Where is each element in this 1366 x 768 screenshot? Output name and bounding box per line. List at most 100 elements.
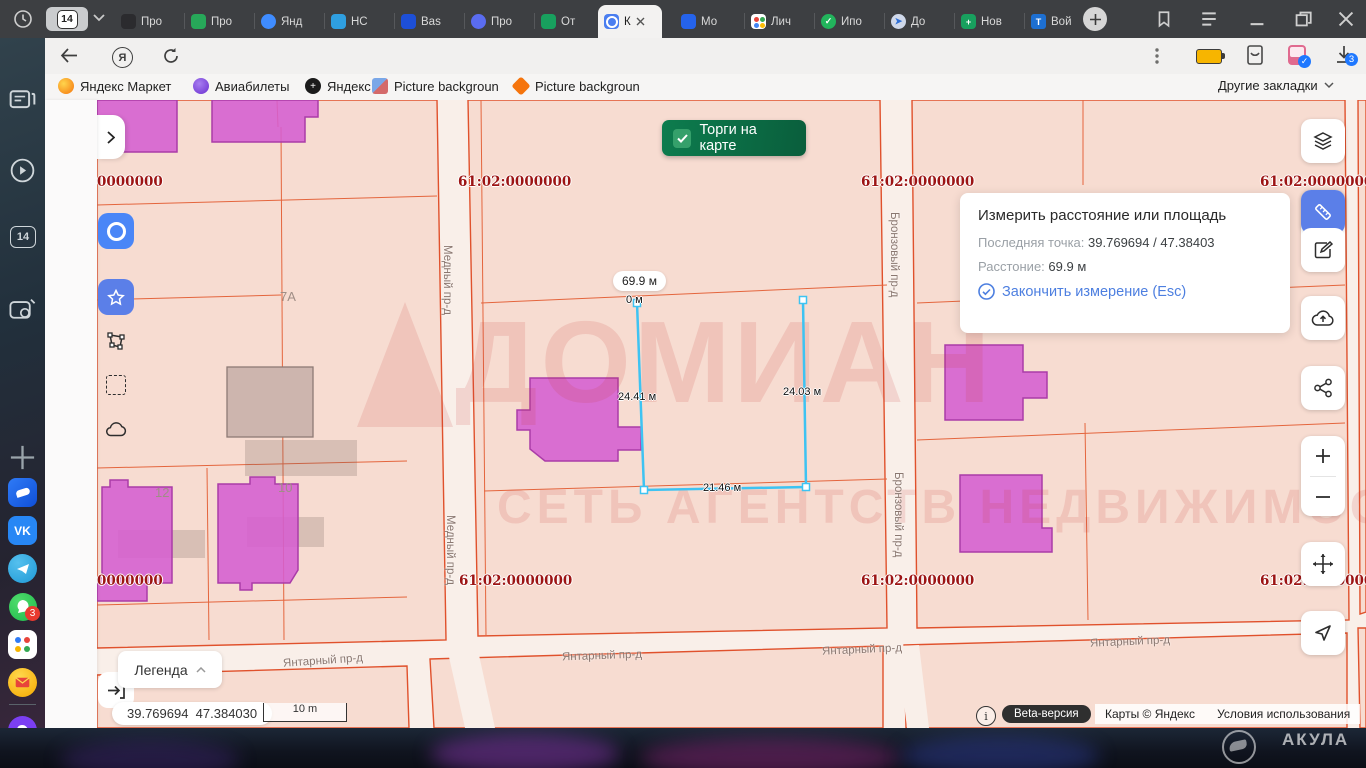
layers-icon [1312, 131, 1334, 151]
last-point-value: 39.769694 / 47.38403 [1088, 235, 1215, 250]
upload-button[interactable] [1301, 296, 1345, 340]
mapru-logo[interactable] [98, 213, 134, 249]
address-more-icon[interactable] [1155, 48, 1159, 64]
legend-button[interactable]: Легенда [118, 651, 222, 688]
history-clock-icon[interactable] [13, 9, 33, 29]
video-panel-icon[interactable] [8, 156, 37, 185]
pan-button[interactable] [1301, 542, 1345, 586]
tab-4[interactable]: НС [325, 5, 395, 38]
minimize-icon[interactable] [1248, 10, 1266, 28]
back-icon[interactable] [60, 48, 78, 63]
windows-taskbar: АКУЛА e Y 3 RU K Y Fx ЕХ 11:39 01.10.202… [0, 728, 1366, 768]
star-icon [107, 289, 125, 306]
bookmarks-panel-icon[interactable] [1155, 10, 1173, 28]
measure-bottom-label: 21.46 м [703, 482, 741, 494]
pocket-extension-icon[interactable] [1246, 45, 1264, 66]
tab-favicon: ✓ [821, 14, 836, 29]
finish-measure-link[interactable]: Закончить измерение (Esc) [978, 283, 1272, 300]
scale-bar: 10 m [263, 703, 347, 722]
parcel-number: 12 [155, 485, 169, 500]
tab-list-chevron-icon[interactable] [93, 14, 105, 22]
bookmark-yandex-market[interactable]: Яндекс Маркет [58, 78, 171, 94]
reload-icon[interactable] [162, 47, 180, 65]
whatsapp-app-icon[interactable]: 3 [8, 592, 37, 621]
check-circle-icon [978, 283, 995, 300]
sidebar-expand-button[interactable] [97, 115, 125, 159]
polygon-tool-button[interactable] [98, 323, 134, 359]
yandex-home-icon[interactable]: Я [112, 47, 133, 68]
select-area-button[interactable] [98, 367, 134, 403]
zoom-in-button[interactable] [1301, 436, 1345, 476]
menu-icon[interactable] [1200, 10, 1218, 28]
divider [9, 704, 36, 705]
terms-link[interactable]: Условия использования [1217, 707, 1350, 721]
draw-button[interactable] [1301, 228, 1345, 272]
other-bookmarks[interactable]: Другие закладки [1218, 78, 1334, 93]
measure-left-label: 24.41 м [618, 391, 656, 403]
services-app-icon[interactable] [8, 630, 37, 659]
yandex-icon: + [305, 78, 321, 94]
tab-counter[interactable]: 14 [46, 7, 88, 31]
map-attribution: Карты © Яндекс Условия использования [1095, 704, 1360, 724]
feed-panel-icon[interactable] [8, 86, 37, 115]
tab-12[interactable]: ➤До [885, 5, 955, 38]
tab-6[interactable]: Про [465, 5, 535, 38]
cadastral-label: 61:02:0000000 [458, 174, 571, 190]
bookmark-picture-2[interactable]: Picture backgroun [513, 78, 640, 94]
bookmark-aviabilety[interactable]: Авиабилеты [193, 78, 289, 94]
yandex-browser-app-icon[interactable] [8, 478, 37, 507]
screen: 14 Про Про Янд НС Bas Про От К Мо Лич ✓И… [0, 0, 1366, 768]
share-button[interactable] [1301, 366, 1345, 410]
mail-app-icon[interactable] [8, 668, 37, 697]
picture-icon [372, 78, 388, 94]
layers-button[interactable] [1301, 119, 1345, 163]
tab-2[interactable]: Про [185, 5, 255, 38]
cadastral-label: 61:02:0000000 [459, 573, 572, 589]
tab-3[interactable]: Янд [255, 5, 325, 38]
tab-active[interactable]: К [598, 5, 662, 38]
downloads-button[interactable]: 3 [1335, 45, 1353, 69]
info-icon[interactable]: i [976, 706, 996, 726]
favorites-button[interactable] [98, 279, 134, 315]
last-point-label: Последняя точка: [978, 235, 1084, 250]
vk-app-icon[interactable]: VK [8, 516, 37, 545]
check-icon [673, 129, 691, 148]
tab-7[interactable]: От [535, 5, 605, 38]
chevron-down-icon [1324, 82, 1334, 89]
restore-icon[interactable] [1294, 10, 1312, 28]
tab-favicon [401, 14, 416, 29]
cloud-button[interactable] [98, 411, 134, 447]
checker-extension-icon[interactable]: ✓ [1288, 45, 1306, 65]
cadastral-label: 0000000 [97, 174, 163, 190]
cadastral-label: 61:02:0000000 [861, 174, 974, 190]
tab-11[interactable]: ✓Ипо [815, 5, 885, 38]
tab-favicon [121, 14, 136, 29]
cadastral-label: 0000000 [97, 573, 163, 589]
wallpaper-text: АКУЛА [1282, 730, 1349, 750]
tab-5[interactable]: Bas [395, 5, 465, 38]
new-tab-button[interactable] [1083, 7, 1107, 31]
add-app-icon[interactable] [8, 443, 37, 472]
close-icon[interactable] [1337, 10, 1355, 28]
tab-count-badge: 14 [57, 10, 78, 29]
bookmark-picture-1[interactable]: Picture backgroun [372, 78, 499, 94]
minus-icon [1315, 495, 1331, 499]
tabs-panel-button[interactable]: 14 [10, 226, 36, 248]
screenshot-panel-icon[interactable] [8, 296, 37, 325]
street-label-bronzovy: Бронзовый пр-д [888, 212, 900, 297]
locate-button[interactable] [1301, 611, 1345, 655]
battery-extension-icon[interactable] [1196, 49, 1222, 64]
measure-total-badge: 69.9 м [613, 271, 666, 291]
tab-9[interactable]: Мо [675, 5, 745, 38]
distance-value: 69.9 м [1048, 259, 1086, 274]
zoom-out-button[interactable] [1301, 477, 1345, 517]
trades-on-map-button[interactable]: Торги на карте [662, 120, 806, 156]
tab-1[interactable]: Про [115, 5, 185, 38]
yandex-market-icon [58, 78, 74, 94]
telegram-app-icon[interactable] [8, 554, 37, 583]
bookmark-yandex[interactable]: +Яндекс [305, 78, 371, 94]
tab-close-icon[interactable] [636, 17, 645, 26]
whatsapp-badge: 3 [25, 606, 40, 621]
tab-10[interactable]: Лич [745, 5, 815, 38]
tab-13[interactable]: +Нов [955, 5, 1025, 38]
